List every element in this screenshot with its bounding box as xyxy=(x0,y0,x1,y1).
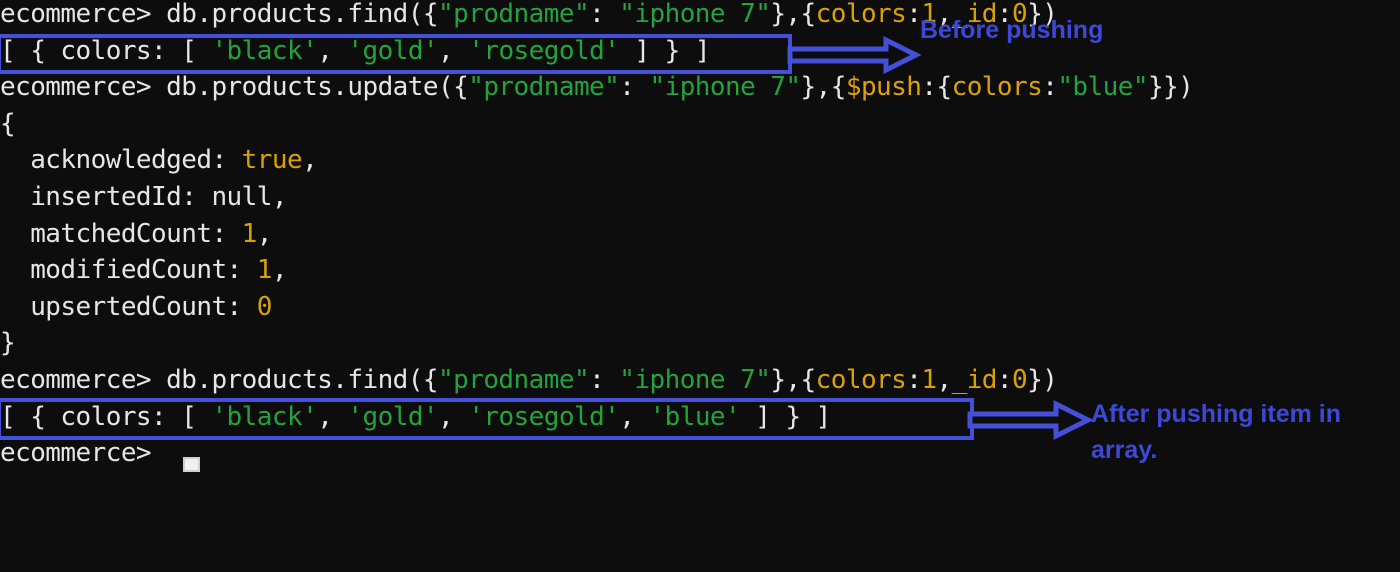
terminal-token: ecommerce> db.products.update( xyxy=(0,72,454,103)
terminal-token: }}) xyxy=(1147,72,1194,103)
terminal-token: acknowledged: xyxy=(0,145,242,176)
terminal-window[interactable]: ecommerce> db.products.find({"prodname":… xyxy=(0,0,1400,572)
terminal-token: , xyxy=(317,35,348,66)
terminal-token: ] } ] xyxy=(619,35,710,66)
terminal-token: { xyxy=(422,364,439,395)
terminal-token: }) xyxy=(1027,364,1058,395)
terminal-token: , xyxy=(438,401,469,432)
terminal-token: : xyxy=(619,72,650,103)
terminal-token: },{ xyxy=(770,364,816,395)
terminal-token: } xyxy=(0,328,16,359)
terminal-token: "iphone 7" xyxy=(649,72,801,103)
terminal-token: 1 xyxy=(256,255,273,286)
terminal-token: 'gold' xyxy=(347,35,439,66)
terminal-token: , xyxy=(317,401,348,432)
terminal-cursor xyxy=(183,457,200,472)
line-open-brace: { xyxy=(0,106,1400,143)
terminal-token: : xyxy=(996,364,1013,395)
line-upsertedcount: upsertedCount: 0 xyxy=(0,289,1400,326)
terminal-token: "prodname" xyxy=(468,72,620,103)
terminal-token: "prodname" xyxy=(438,0,590,29)
terminal-token: colors xyxy=(815,364,907,395)
terminal-token: [ { colors: [ xyxy=(0,401,212,432)
terminal-token: :{ xyxy=(921,72,952,103)
terminal-token: : xyxy=(1042,72,1058,103)
terminal-token: true xyxy=(241,145,303,176)
line-find-before: ecommerce> db.products.find({"prodname":… xyxy=(0,0,1400,33)
terminal-token: 1 xyxy=(241,218,258,249)
line-insertedid: insertedId: null, xyxy=(0,179,1400,216)
terminal-token: "iphone 7" xyxy=(619,364,771,395)
terminal-token: 0 xyxy=(1012,364,1028,395)
terminal-token: { xyxy=(453,72,469,103)
terminal-token: colors xyxy=(951,72,1043,103)
terminal-token: "iphone 7" xyxy=(619,0,771,29)
terminal-token: : xyxy=(589,364,620,395)
terminal-token: ] } ] xyxy=(740,401,831,432)
terminal-token: insertedId: null, xyxy=(0,181,287,212)
terminal-token: },{ xyxy=(800,72,847,103)
terminal-token: , xyxy=(302,145,318,176)
terminal-token: "blue" xyxy=(1057,72,1148,103)
line-update: ecommerce> db.products.update({"prodname… xyxy=(0,69,1400,106)
line-result-before: [ { colors: [ 'black', 'gold', 'rosegold… xyxy=(0,33,1400,70)
terminal-token: ecommerce> xyxy=(0,438,167,469)
annotation-label-before: Before pushing xyxy=(920,16,1104,44)
terminal-token: [ { colors: [ xyxy=(0,35,212,66)
terminal-token: 'gold' xyxy=(347,401,439,432)
terminal-token: },{ xyxy=(770,0,816,29)
line-acknowledged: acknowledged: true, xyxy=(0,142,1400,179)
terminal-token: 'rosegold' xyxy=(468,35,620,66)
terminal-token: : xyxy=(906,364,922,395)
line-close-brace: } xyxy=(0,325,1400,362)
terminal-token: { xyxy=(422,0,439,29)
terminal-token: 'black' xyxy=(211,401,318,432)
terminal-token: upsertedCount: xyxy=(0,291,257,322)
terminal-token: ecommerce> db.products.find( xyxy=(0,364,423,395)
terminal-token: : xyxy=(589,0,620,29)
terminal-token: , xyxy=(256,218,273,249)
terminal-token: 'blue' xyxy=(649,401,741,432)
terminal-token: 'rosegold' xyxy=(468,401,620,432)
terminal-token: $push xyxy=(845,72,922,103)
terminal-token: 1 xyxy=(921,364,937,395)
terminal-token: _id xyxy=(951,364,998,395)
terminal-token: 0 xyxy=(256,291,273,322)
annotation-label-after: After pushing item in array. xyxy=(1091,400,1341,464)
line-find-after: ecommerce> db.products.find({"prodname":… xyxy=(0,362,1400,399)
terminal-token: ecommerce> db.products.find( xyxy=(0,0,423,29)
terminal-token: , xyxy=(271,255,288,286)
terminal-token: matchedCount: xyxy=(0,218,242,249)
terminal-token: , xyxy=(936,364,952,395)
terminal-token: 'black' xyxy=(211,35,318,66)
line-matchedcount: matchedCount: 1, xyxy=(0,216,1400,253)
terminal-token: modifiedCount: xyxy=(0,255,257,286)
terminal-token: , xyxy=(438,35,469,66)
terminal-token: colors xyxy=(815,0,907,29)
line-modifiedcount: modifiedCount: 1, xyxy=(0,252,1400,289)
terminal-token: "prodname" xyxy=(438,364,590,395)
terminal-token: { xyxy=(0,108,16,139)
terminal-token: , xyxy=(619,401,650,432)
